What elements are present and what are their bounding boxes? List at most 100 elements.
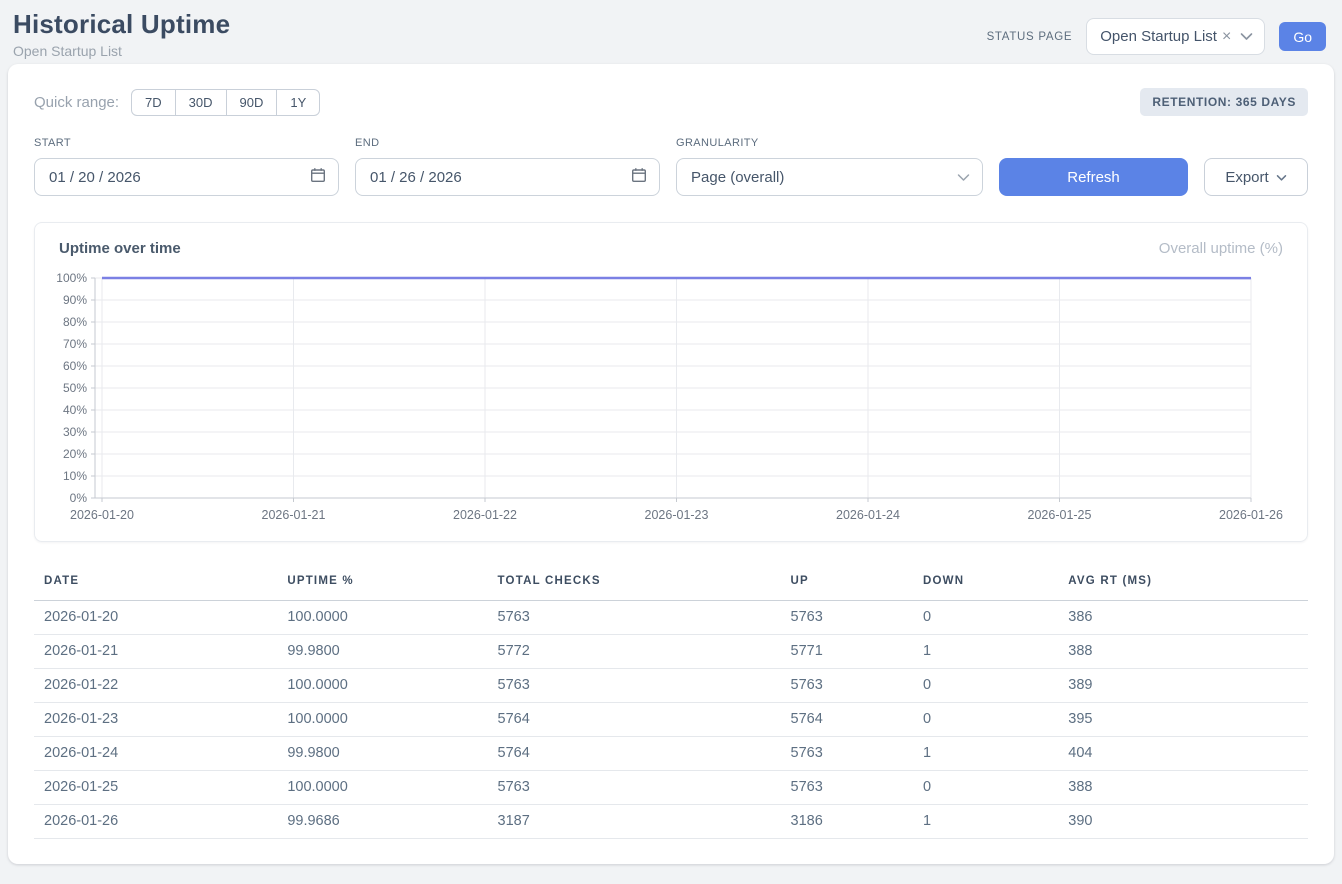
retention-badge: RETENTION: 365 DAYS [1140, 88, 1308, 116]
svg-text:10%: 10% [63, 469, 87, 483]
quick-range-label: Quick range: [34, 94, 119, 111]
table-cell: 2026-01-23 [34, 703, 277, 737]
table-row: 2026-01-2499.9800576457631404 [34, 737, 1308, 771]
header-left: Historical Uptime Open Startup List [13, 9, 230, 59]
chevron-down-icon [957, 169, 970, 186]
table-cell: 100.0000 [277, 703, 487, 737]
start-date-input[interactable]: 01 / 20 / 2026 [34, 158, 339, 196]
table-cell: 5763 [781, 737, 913, 771]
svg-text:2026-01-24: 2026-01-24 [836, 508, 900, 522]
quick-range-7d-button[interactable]: 7D [131, 89, 176, 116]
table-cell: 5763 [488, 669, 781, 703]
table-cell: 5771 [781, 635, 913, 669]
table-cell: 0 [913, 669, 1058, 703]
column-header: DATE [34, 565, 277, 601]
table-cell: 5763 [781, 601, 913, 635]
export-label: Export [1225, 169, 1268, 186]
table-cell: 2026-01-22 [34, 669, 277, 703]
clear-icon[interactable]: × [1220, 29, 1233, 45]
svg-text:90%: 90% [63, 293, 87, 307]
quick-range-row: Quick range: 7D30D90D1Y RETENTION: 365 D… [34, 88, 1308, 116]
start-label: START [34, 137, 339, 149]
svg-text:2026-01-23: 2026-01-23 [645, 508, 709, 522]
end-date-field: END 01 / 26 / 2026 [355, 137, 660, 196]
table-cell: 0 [913, 703, 1058, 737]
table-row: 2026-01-22100.0000576357630389 [34, 669, 1308, 703]
chevron-down-icon [1276, 169, 1287, 186]
table-cell: 5764 [781, 703, 913, 737]
table-cell: 3186 [781, 805, 913, 839]
main-card: Quick range: 7D30D90D1Y RETENTION: 365 D… [8, 64, 1334, 864]
calendar-icon[interactable] [631, 167, 647, 187]
table-cell: 99.9800 [277, 737, 487, 771]
granularity-field: GRANULARITY Page (overall) [676, 137, 983, 196]
table-row: 2026-01-2699.9686318731861390 [34, 805, 1308, 839]
chart-title: Uptime over time [59, 240, 181, 257]
table-cell: 388 [1058, 771, 1308, 805]
svg-text:2026-01-21: 2026-01-21 [262, 508, 326, 522]
svg-text:70%: 70% [63, 337, 87, 351]
svg-text:30%: 30% [63, 425, 87, 439]
table-cell: 2026-01-26 [34, 805, 277, 839]
svg-text:100%: 100% [56, 271, 87, 285]
export-button[interactable]: Export [1204, 158, 1308, 196]
table-cell: 0 [913, 601, 1058, 635]
table-cell: 100.0000 [277, 771, 487, 805]
quick-range-30d-button[interactable]: 30D [175, 89, 227, 116]
status-page-value: Open Startup List [1100, 28, 1217, 45]
svg-text:2026-01-25: 2026-01-25 [1028, 508, 1092, 522]
go-button[interactable]: Go [1279, 22, 1326, 51]
table-cell: 100.0000 [277, 669, 487, 703]
table-cell: 2026-01-21 [34, 635, 277, 669]
svg-text:50%: 50% [63, 381, 87, 395]
chart-legend: Overall uptime (%) [1159, 240, 1283, 257]
svg-text:80%: 80% [63, 315, 87, 329]
table-row: 2026-01-25100.0000576357630388 [34, 771, 1308, 805]
quick-range-1y-button[interactable]: 1Y [276, 89, 320, 116]
table-cell: 388 [1058, 635, 1308, 669]
table-cell: 2026-01-24 [34, 737, 277, 771]
table-row: 2026-01-23100.0000576457640395 [34, 703, 1308, 737]
granularity-label: GRANULARITY [676, 137, 983, 149]
table-cell: 389 [1058, 669, 1308, 703]
page-header: Historical Uptime Open Startup List STAT… [0, 0, 1342, 64]
calendar-icon[interactable] [310, 167, 326, 187]
uptime-line-chart: 0%10%20%30%40%50%60%70%80%90%100%2026-01… [55, 270, 1287, 530]
svg-text:2026-01-22: 2026-01-22 [453, 508, 517, 522]
end-date-input[interactable]: 01 / 26 / 2026 [355, 158, 660, 196]
svg-text:2026-01-26: 2026-01-26 [1219, 508, 1283, 522]
table-cell: 100.0000 [277, 601, 487, 635]
status-page-select[interactable]: Open Startup List × [1086, 18, 1265, 55]
start-date-value: 01 / 20 / 2026 [49, 169, 141, 186]
table-cell: 5763 [781, 669, 913, 703]
quick-range-90d-button[interactable]: 90D [226, 89, 278, 116]
table-cell: 1 [913, 737, 1058, 771]
granularity-select[interactable]: Page (overall) [676, 158, 983, 196]
table-cell: 5763 [488, 771, 781, 805]
start-date-field: START 01 / 20 / 2026 [34, 137, 339, 196]
table-cell: 0 [913, 771, 1058, 805]
refresh-button[interactable]: Refresh [999, 158, 1188, 196]
table-row: 2026-01-20100.0000576357630386 [34, 601, 1308, 635]
page-subtitle: Open Startup List [13, 43, 230, 59]
table-cell: 5764 [488, 737, 781, 771]
column-header: TOTAL CHECKS [488, 565, 781, 601]
column-header: UPTIME % [277, 565, 487, 601]
uptime-table: DATEUPTIME %TOTAL CHECKSUPDOWNAVG RT (MS… [34, 565, 1308, 839]
status-page-label: STATUS PAGE [987, 31, 1073, 43]
table-cell: 1 [913, 805, 1058, 839]
table-cell: 1 [913, 635, 1058, 669]
table-body: 2026-01-20100.00005763576303862026-01-21… [34, 601, 1308, 839]
table-cell: 386 [1058, 601, 1308, 635]
table-row: 2026-01-2199.9800577257711388 [34, 635, 1308, 669]
table-cell: 404 [1058, 737, 1308, 771]
svg-text:0%: 0% [70, 491, 88, 505]
table-cell: 5763 [488, 601, 781, 635]
table-cell: 395 [1058, 703, 1308, 737]
column-header: UP [781, 565, 913, 601]
end-label: END [355, 137, 660, 149]
table-cell: 5772 [488, 635, 781, 669]
chart-card: Uptime over time Overall uptime (%) 0% 10… [34, 222, 1308, 542]
chart-header: Uptime over time Overall uptime (%) [55, 240, 1287, 270]
column-header: DOWN [913, 565, 1058, 601]
